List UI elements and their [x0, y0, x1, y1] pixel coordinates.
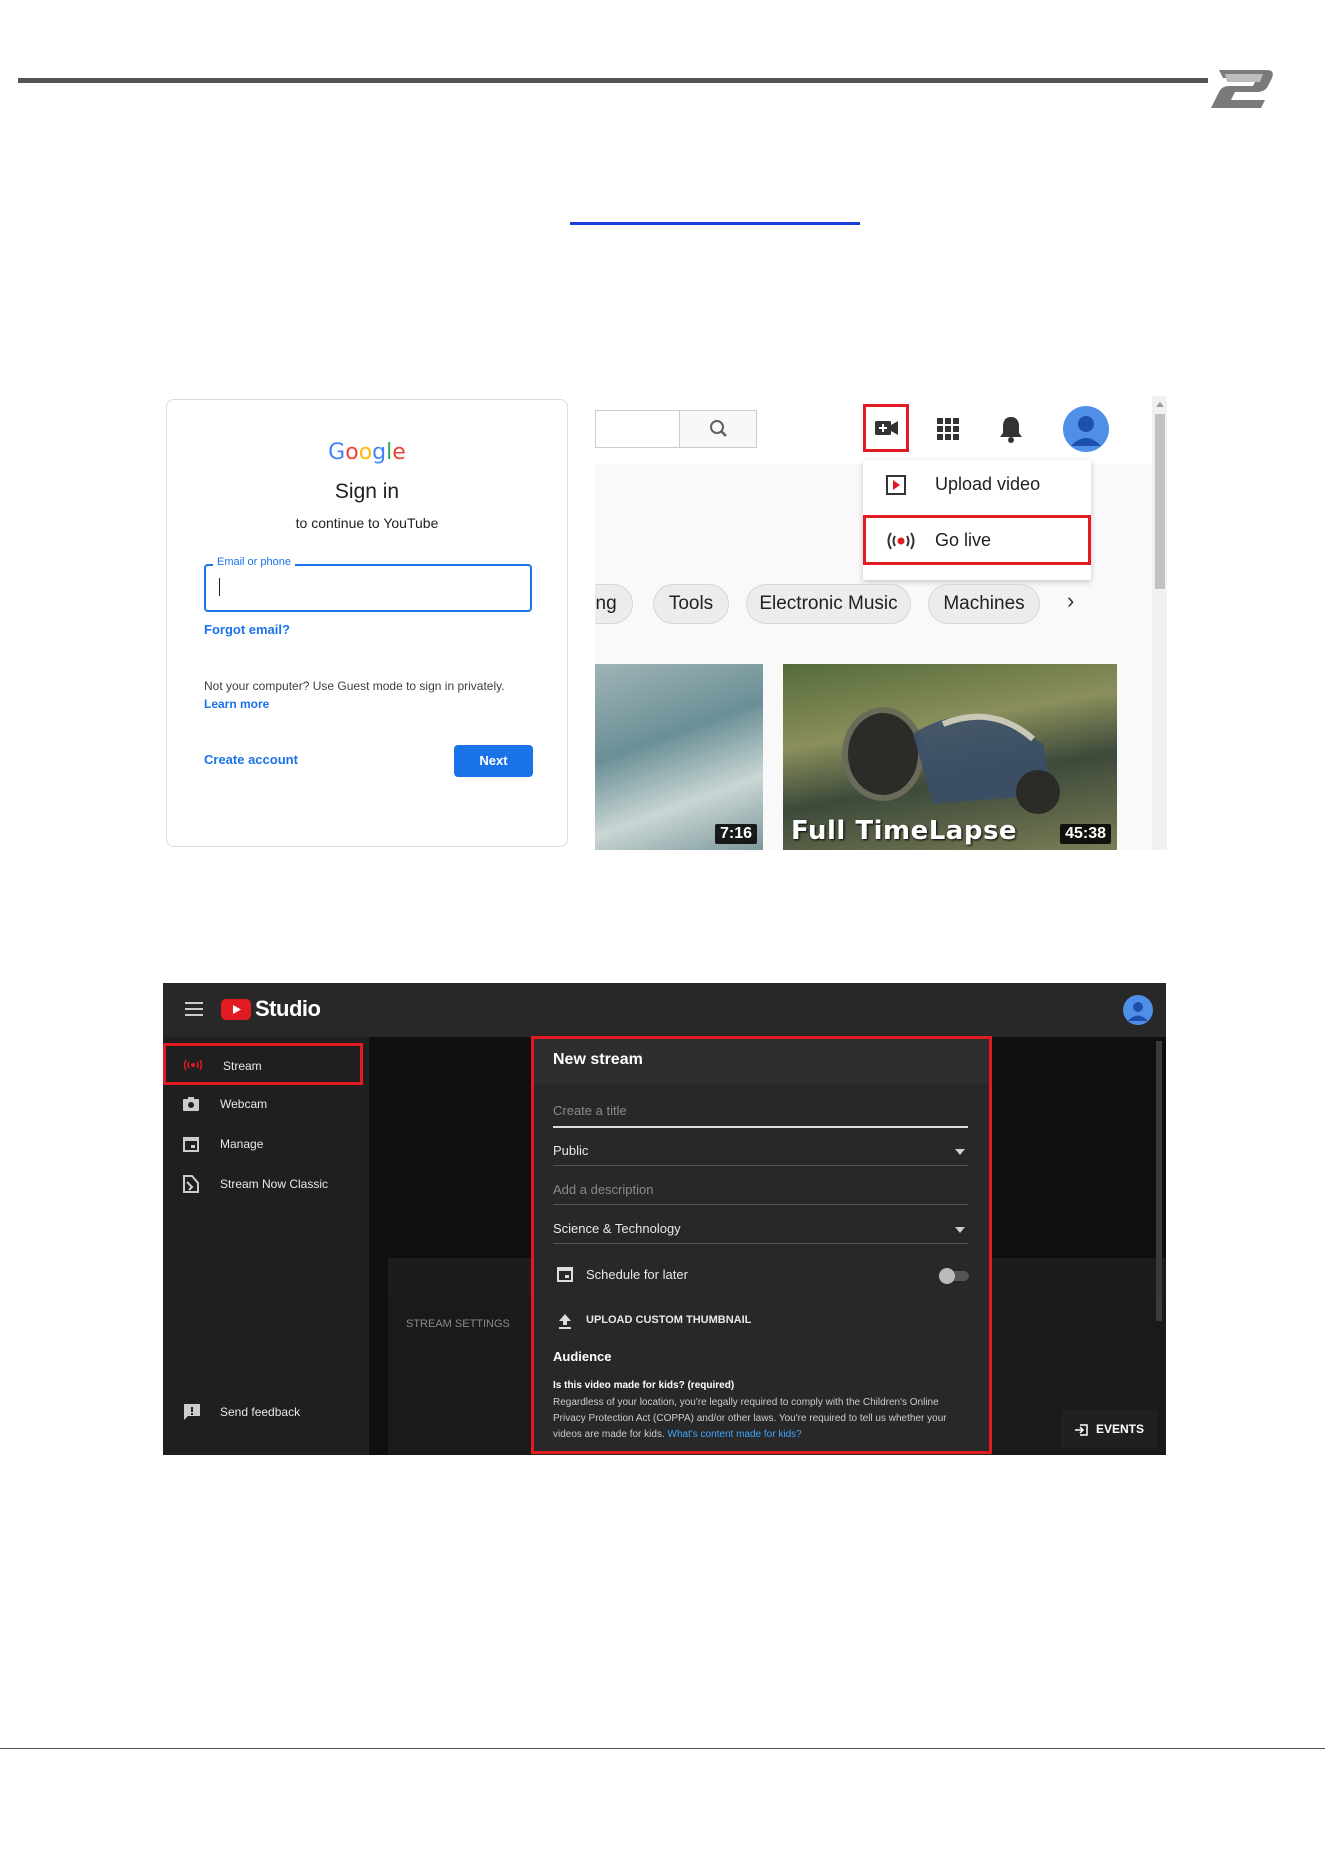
create-menu: Upload video Go live	[863, 460, 1091, 580]
sidebar-item-label: Webcam	[220, 1097, 268, 1111]
link-underline[interactable]	[570, 222, 860, 225]
chips-next-icon[interactable]: ›	[1067, 588, 1074, 614]
classic-icon	[183, 1175, 199, 1193]
video-camera-plus-icon	[875, 421, 898, 435]
sidebar-item-label: Manage	[220, 1137, 264, 1151]
new-stream-highlight	[531, 1036, 992, 1454]
camera-icon	[183, 1097, 199, 1111]
text-caret	[219, 578, 220, 596]
apps-grid-icon[interactable]	[935, 416, 961, 442]
enter-icon	[1074, 1424, 1088, 1436]
send-feedback-item[interactable]: Send feedback	[163, 1395, 369, 1429]
chip-machines[interactable]: Machines	[928, 584, 1040, 624]
google-signin-card: Google Sign in to continue to YouTube Em…	[166, 399, 568, 847]
sidebar-item-manage[interactable]: Manage	[163, 1127, 369, 1161]
sidebar-item-label: Stream	[223, 1059, 262, 1073]
chip-tools[interactable]: Tools	[653, 584, 729, 624]
video-duration: 7:16	[714, 824, 757, 844]
search-icon	[710, 420, 727, 437]
sidebar-item-label: Stream Now Classic	[220, 1177, 329, 1191]
footer-rule	[0, 1748, 1325, 1749]
send-feedback-label: Send feedback	[220, 1405, 301, 1419]
scrollbar[interactable]	[1156, 1041, 1162, 1321]
brand-logo-icon	[1211, 70, 1273, 108]
stream-settings-tab[interactable]: STREAM SETTINGS	[406, 1318, 510, 1330]
header-rule	[18, 78, 1208, 83]
search-button[interactable]	[679, 410, 757, 448]
dirt-motorbike-image	[842, 707, 1060, 814]
chip-ing[interactable]: ing	[595, 584, 633, 624]
sidebar-item-webcam[interactable]: Webcam	[163, 1087, 369, 1121]
video-title-overlay: Full TimeLapse	[791, 816, 1018, 846]
feedback-icon	[184, 1404, 200, 1420]
youtube-home-snippet: Upload video Go live ing Tools Electroni…	[595, 396, 1167, 850]
email-field-label: Email or phone	[213, 556, 295, 568]
bell-icon[interactable]	[998, 414, 1024, 444]
youtube-logo-icon	[221, 999, 251, 1020]
go-live-item[interactable]: Go live	[863, 515, 1091, 565]
events-button[interactable]: EVENTS	[1061, 1410, 1157, 1448]
scroll-up-icon[interactable]	[1155, 400, 1165, 408]
next-button[interactable]: Next	[454, 745, 533, 777]
email-field[interactable]	[204, 564, 532, 612]
sidebar-item-stream-now-classic[interactable]: Stream Now Classic	[163, 1167, 369, 1201]
google-logo: Google	[328, 440, 406, 465]
create-account-link[interactable]: Create account	[204, 752, 298, 767]
upload-video-item[interactable]: Upload video	[935, 474, 1040, 495]
sidebar-item-stream[interactable]: Stream	[163, 1043, 363, 1085]
guest-mode-text: Not your computer? Use Guest mode to sig…	[204, 679, 505, 693]
go-live-label: Go live	[935, 530, 992, 550]
video-thumbnail[interactable]: 7:16	[595, 664, 763, 850]
forgot-email-link[interactable]: Forgot email?	[204, 622, 290, 637]
video-thumbnail[interactable]: Full TimeLapse 45:38	[783, 664, 1117, 850]
create-button[interactable]	[863, 404, 909, 452]
broadcast-icon	[183, 1059, 203, 1071]
chip-electronic-music[interactable]: Electronic Music	[746, 584, 911, 624]
live-broadcast-icon	[887, 532, 915, 550]
youtube-studio-window: Studio STREAM SETTINGS Stream Webcam Man…	[163, 983, 1166, 1455]
upload-play-icon	[886, 475, 906, 495]
avatar[interactable]	[1123, 995, 1153, 1025]
signin-title: Sign in	[334, 480, 400, 503]
hamburger-menu-icon[interactable]	[185, 1002, 203, 1016]
video-duration: 45:38	[1060, 824, 1111, 844]
studio-brand: Studio	[255, 996, 321, 1021]
search-input[interactable]	[595, 410, 679, 448]
scrollbar-thumb[interactable]	[1155, 414, 1165, 589]
signin-subtitle: to continue to YouTube	[295, 515, 439, 531]
learn-more-link[interactable]: Learn more	[204, 697, 269, 711]
avatar[interactable]	[1063, 406, 1109, 452]
calendar-icon	[183, 1137, 199, 1152]
